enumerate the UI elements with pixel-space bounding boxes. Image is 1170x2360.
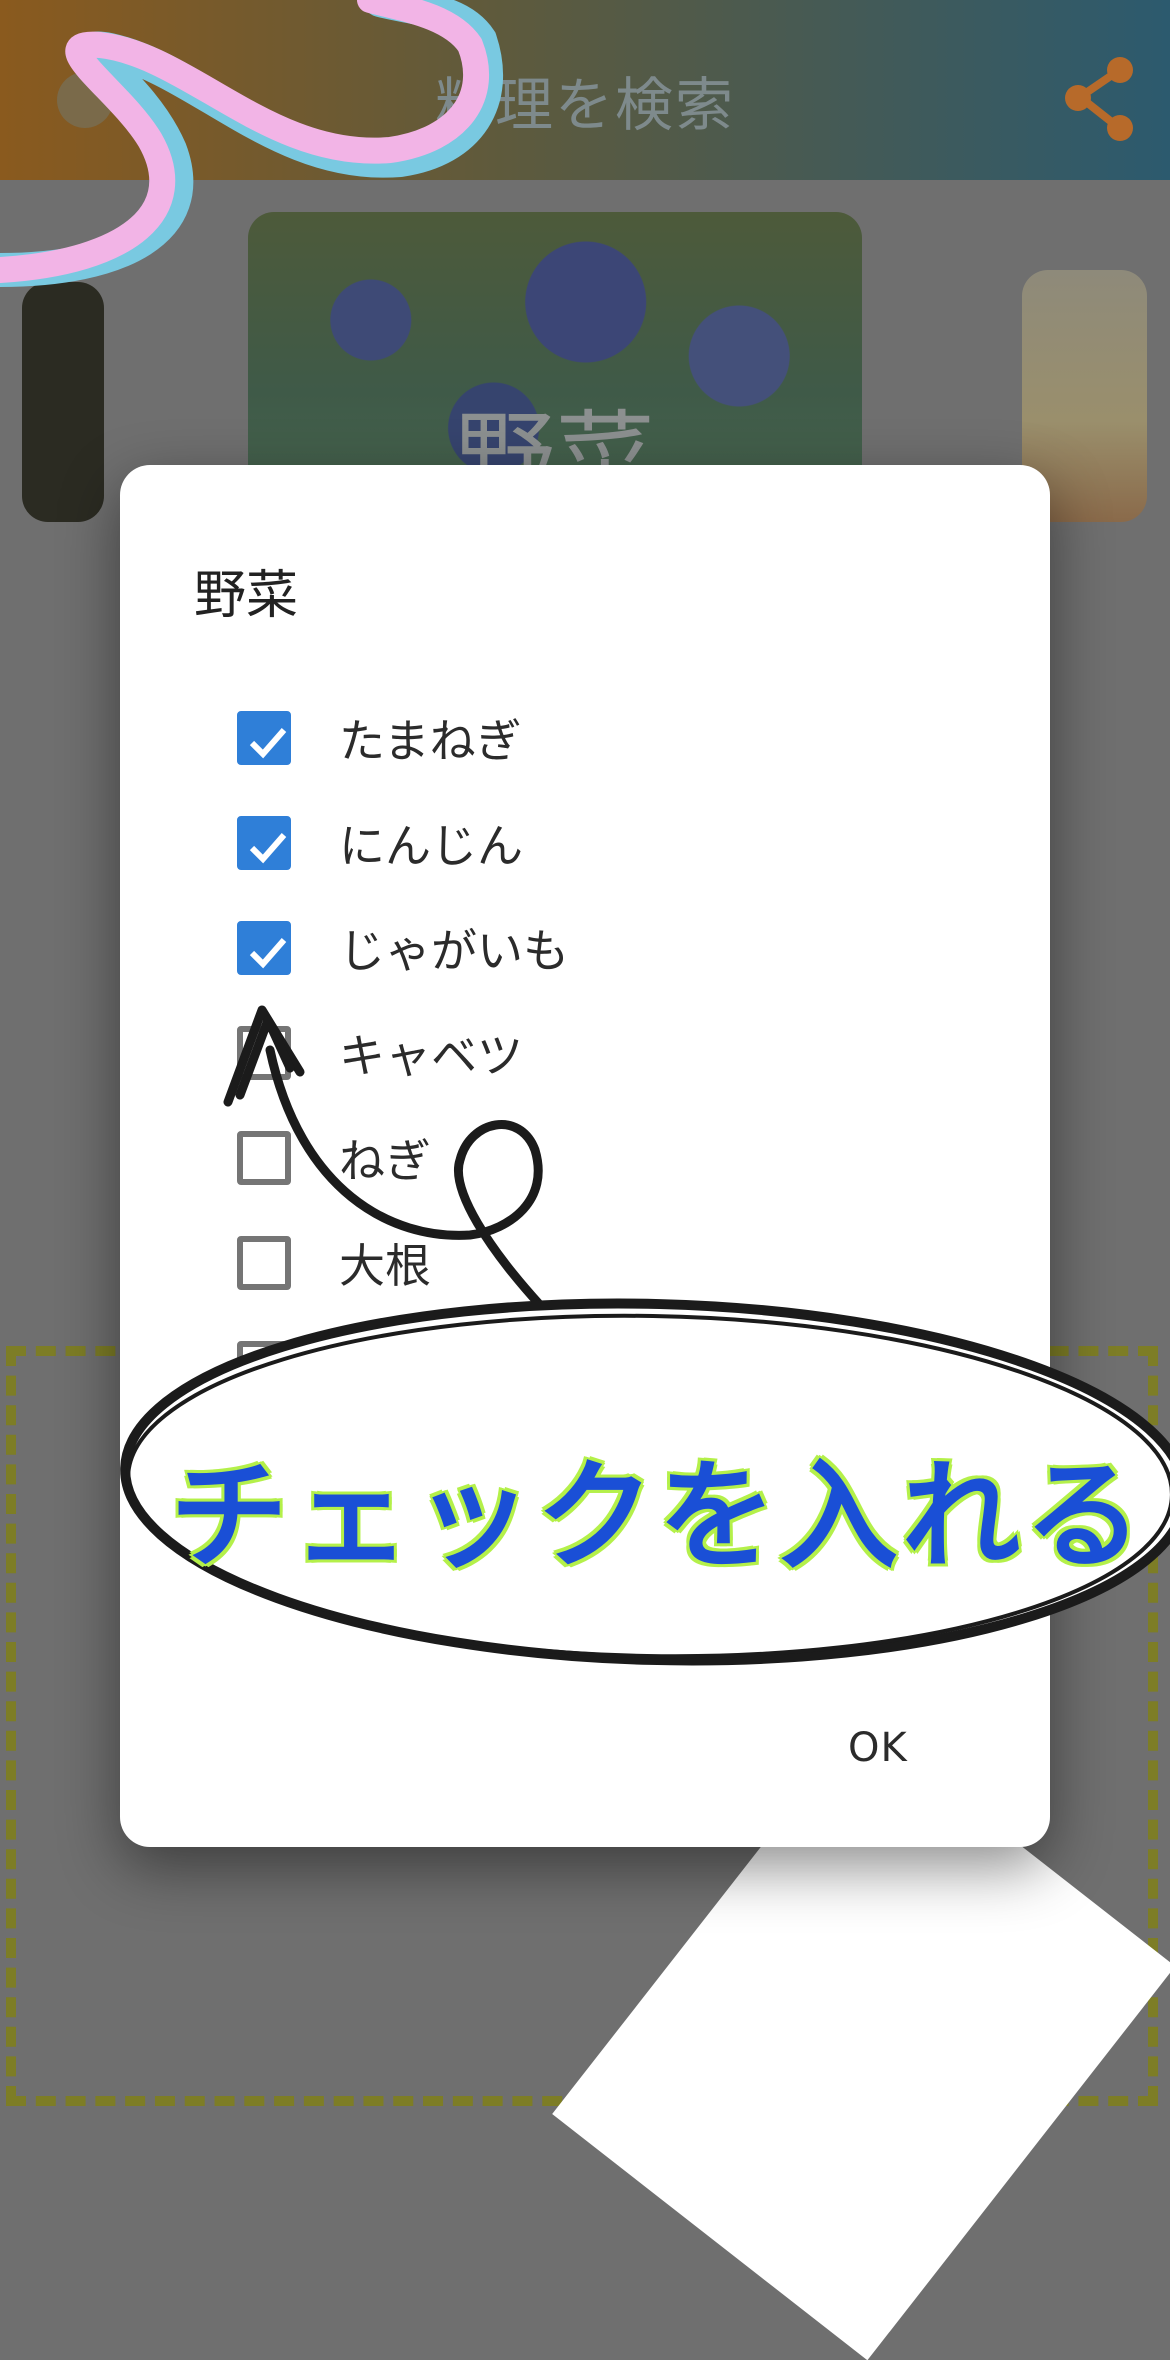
check-icon (249, 728, 287, 759)
checkbox-unchecked[interactable] (237, 1131, 291, 1185)
checkbox-unchecked[interactable] (237, 1026, 291, 1080)
category-card-left[interactable] (22, 282, 104, 522)
option-carrot[interactable]: にんじん (237, 813, 887, 873)
option-label: たまねぎ (339, 714, 522, 768)
dialog-title: 野菜 (194, 566, 299, 626)
vegetable-select-dialog: 野菜 たまねぎ にんじん じゃがいも キャベツ ねぎ 大根 OK (120, 465, 1050, 1847)
option-hidden[interactable] (237, 1338, 887, 1398)
ok-button[interactable]: OK (848, 1725, 908, 1771)
option-onion[interactable]: たまねぎ (237, 708, 887, 768)
option-potato[interactable]: じゃがいも (237, 918, 887, 978)
option-label: じゃがいも (339, 924, 569, 978)
option-label: にんじん (339, 819, 523, 873)
check-icon (249, 938, 287, 969)
option-label: 大根 (339, 1239, 431, 1293)
check-icon (249, 833, 287, 864)
checkbox-checked[interactable] (237, 816, 291, 870)
option-green-onion[interactable]: ねぎ (237, 1128, 887, 1188)
option-label: キャベツ (339, 1029, 523, 1083)
callout-text: チェックを入れる (168, 1445, 1147, 1587)
checkbox-checked[interactable] (237, 921, 291, 975)
app-bar: 料理を検索 (0, 0, 1170, 180)
option-daikon[interactable]: 大根 (237, 1233, 887, 1293)
share-icon[interactable] (1060, 55, 1140, 145)
checkbox-unchecked[interactable] (237, 1236, 291, 1290)
checkbox-checked[interactable] (237, 711, 291, 765)
option-label: ねぎ (339, 1134, 431, 1188)
option-cabbage[interactable]: キャベツ (237, 1023, 887, 1083)
page-title: 料理を検索 (434, 71, 735, 139)
checkbox-unchecked[interactable] (237, 1341, 291, 1395)
